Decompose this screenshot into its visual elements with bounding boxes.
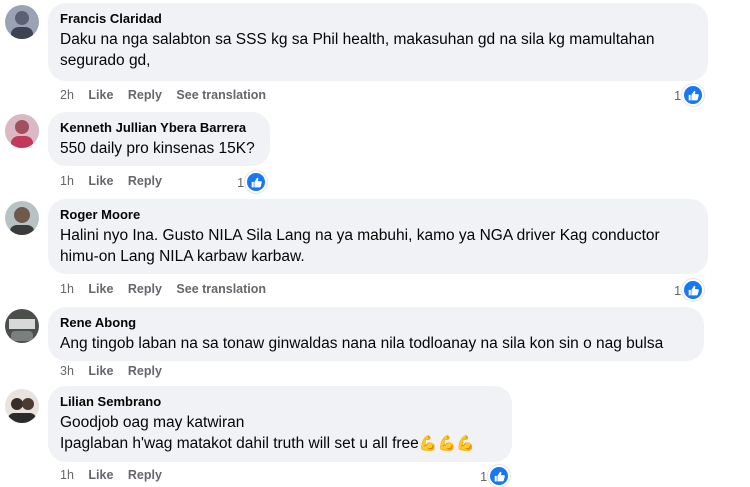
- comment-author[interactable]: Rene Abong: [60, 315, 692, 331]
- reaction-count: 1: [674, 282, 682, 298]
- comment-bubble: Roger Moore Halini nyo Ina. Gusto NILA S…: [48, 199, 708, 274]
- comment-actions: 2h Like Reply See translation: [60, 87, 277, 103]
- like-button[interactable]: Like: [88, 363, 113, 379]
- comment-time[interactable]: 1h: [60, 173, 74, 189]
- avatar[interactable]: [5, 389, 39, 423]
- reaction-summary[interactable]: 1: [674, 279, 705, 301]
- comment-actions: 1h Like Reply: [60, 173, 173, 189]
- reply-button[interactable]: Reply: [128, 87, 162, 103]
- comment-actions: 1h Like Reply: [60, 467, 173, 483]
- comment-text: Ang tingob laban na sa tonaw ginwaldas n…: [60, 335, 664, 352]
- reaction-count: 1: [480, 468, 488, 484]
- avatar[interactable]: [5, 201, 39, 235]
- comment-time[interactable]: 1h: [60, 281, 74, 297]
- comment-text: Daku na nga salabton sa SSS kg sa Phil h…: [60, 31, 655, 69]
- reply-button[interactable]: Reply: [128, 173, 162, 189]
- thumbs-up-icon: [682, 84, 705, 106]
- reaction-summary[interactable]: 1: [480, 465, 511, 487]
- comment-author[interactable]: Kenneth Jullian Ybera Barrera: [60, 120, 258, 136]
- reply-button[interactable]: Reply: [128, 467, 162, 483]
- comment-bubble: Rene Abong Ang tingob laban na sa tonaw …: [48, 307, 704, 361]
- avatar[interactable]: [5, 114, 39, 148]
- avatar[interactable]: [5, 309, 39, 343]
- reaction-summary[interactable]: 1: [674, 84, 705, 106]
- comment-text: 550 daily pro kinsenas 15K?: [60, 140, 255, 157]
- comment-actions: 3h Like Reply: [60, 363, 173, 379]
- comment-time[interactable]: 3h: [60, 363, 74, 379]
- comment-bubble: Francis Claridad Daku na nga salabton sa…: [48, 3, 708, 81]
- reply-button[interactable]: Reply: [128, 281, 162, 297]
- see-translation-link[interactable]: See translation: [176, 281, 266, 297]
- comment-actions: 1h Like Reply See translation: [60, 281, 277, 297]
- like-button[interactable]: Like: [88, 467, 113, 483]
- reply-button[interactable]: Reply: [128, 363, 162, 379]
- thumbs-up-icon: [245, 171, 268, 193]
- comment-time[interactable]: 1h: [60, 467, 74, 483]
- like-button[interactable]: Like: [88, 173, 113, 189]
- comment-text: Ipaglaban h'wag matakot dahil truth will…: [60, 435, 419, 452]
- thumbs-up-icon: [682, 279, 705, 301]
- comment-author[interactable]: Francis Claridad: [60, 11, 696, 27]
- reaction-count: 1: [674, 87, 682, 103]
- comment-time[interactable]: 2h: [60, 87, 74, 103]
- comment-author[interactable]: Roger Moore: [60, 207, 696, 223]
- comment-text-line-2: Ipaglaban h'wag matakot dahil truth will…: [60, 433, 500, 454]
- avatar[interactable]: [5, 5, 39, 39]
- like-button[interactable]: Like: [88, 87, 113, 103]
- comment-text: Halini nyo Ina. Gusto NILA Sila Lang na …: [60, 227, 660, 265]
- reaction-count: 1: [237, 174, 245, 190]
- like-button[interactable]: Like: [88, 281, 113, 297]
- see-translation-link[interactable]: See translation: [176, 87, 266, 103]
- comment-bubble: Lilian Sembrano Goodjob oag may katwiran…: [48, 386, 512, 462]
- thumbs-up-icon: [488, 465, 511, 487]
- comment-text-line-1: Goodjob oag may katwiran: [60, 414, 245, 431]
- flexed-biceps-emoji: 💪💪💪: [418, 435, 475, 452]
- comment-author[interactable]: Lilian Sembrano: [60, 394, 500, 410]
- reaction-summary[interactable]: 1: [237, 171, 268, 193]
- comment-bubble: Kenneth Jullian Ybera Barrera 550 daily …: [48, 112, 270, 166]
